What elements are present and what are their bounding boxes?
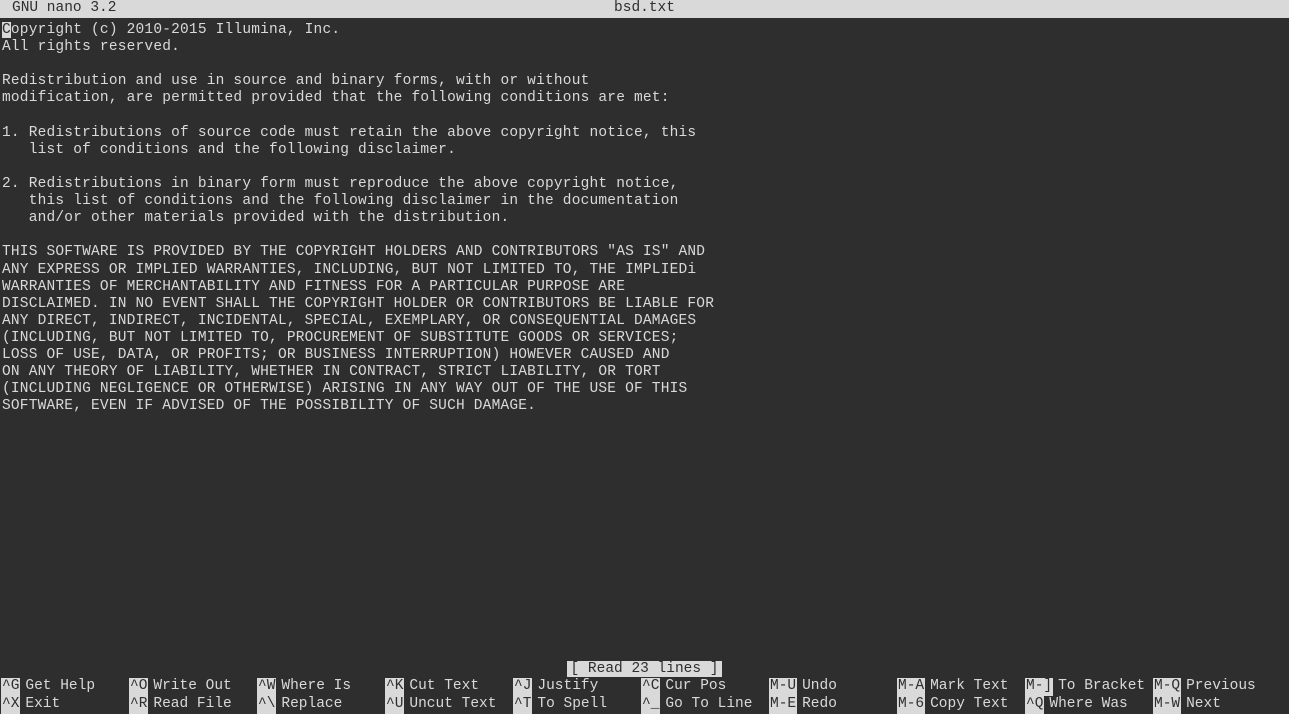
- line: ANY EXPRESS OR IMPLIED WARRANTIES, INCLU…: [2, 262, 696, 278]
- line: (INCLUDING, BUT NOT LIMITED TO, PROCUREM…: [2, 330, 679, 346]
- line: WARRANTIES OF MERCHANTABILITY AND FITNES…: [2, 279, 625, 295]
- shortcut-where-is[interactable]: ^WWhere Is: [257, 678, 385, 695]
- shortcut-cut-text[interactable]: ^KCut Text: [385, 678, 513, 695]
- line: (INCLUDING NEGLIGENCE OR OTHERWISE) ARIS…: [2, 381, 687, 397]
- line: All rights reserved.: [2, 39, 180, 55]
- line: this list of conditions and the followin…: [2, 193, 679, 209]
- line: modification, are permitted provided tha…: [2, 90, 670, 106]
- shortcut-go-to-line[interactable]: ^_Go To Line: [641, 696, 769, 713]
- shortcut-undo[interactable]: M-UUndo: [769, 678, 897, 695]
- footer-shortcuts: ^GGet Help ^OWrite Out ^WWhere Is ^KCut …: [0, 678, 1289, 714]
- shortcut-copy-text[interactable]: M-6Copy Text: [897, 696, 1025, 713]
- shortcut-to-bracket[interactable]: M-]To Bracket: [1025, 678, 1153, 695]
- shortcut-previous[interactable]: M-QPrevious: [1153, 678, 1281, 695]
- shortcut-where-was[interactable]: ^QWhere Was: [1025, 696, 1153, 713]
- line: ANY DIRECT, INDIRECT, INCIDENTAL, SPECIA…: [2, 313, 696, 329]
- line-0-rest: opyright (c) 2010-2015 Illumina, Inc.: [11, 22, 340, 38]
- shortcut-justify[interactable]: ^JJustify: [513, 678, 641, 695]
- shortcut-uncut-text[interactable]: ^UUncut Text: [385, 696, 513, 713]
- line: Redistribution and use in source and bin…: [2, 73, 590, 89]
- shortcut-to-spell[interactable]: ^TTo Spell: [513, 696, 641, 713]
- line: THIS SOFTWARE IS PROVIDED BY THE COPYRIG…: [2, 244, 705, 260]
- editor-header: GNU nano 3.2 bsd.txt: [0, 0, 1289, 18]
- line: LOSS OF USE, DATA, OR PROFITS; OR BUSINE…: [2, 347, 670, 363]
- shortcut-replace[interactable]: ^\Replace: [257, 696, 385, 713]
- shortcut-mark-text[interactable]: M-AMark Text: [897, 678, 1025, 695]
- shortcut-read-file[interactable]: ^RRead File: [129, 696, 257, 713]
- shortcut-exit[interactable]: ^XExit: [1, 696, 129, 713]
- shortcut-next[interactable]: M-WNext: [1153, 696, 1281, 713]
- footer-row-2: ^XExit ^RRead File ^\Replace ^UUncut Tex…: [0, 696, 1289, 714]
- line: 2. Redistributions in binary form must r…: [2, 176, 679, 192]
- line: DISCLAIMED. IN NO EVENT SHALL THE COPYRI…: [2, 296, 714, 312]
- footer-row-1: ^GGet Help ^OWrite Out ^WWhere Is ^KCut …: [0, 678, 1289, 696]
- shortcut-get-help[interactable]: ^GGet Help: [1, 678, 129, 695]
- line: and/or other materials provided with the…: [2, 210, 509, 226]
- shortcut-write-out[interactable]: ^OWrite Out: [129, 678, 257, 695]
- line: list of conditions and the following dis…: [2, 142, 456, 158]
- cursor: C: [2, 22, 11, 38]
- editor-content[interactable]: Copyright (c) 2010-2015 Illumina, Inc. A…: [0, 18, 1289, 416]
- shortcut-cur-pos[interactable]: ^CCur Pos: [641, 678, 769, 695]
- line: 1. Redistributions of source code must r…: [2, 125, 696, 141]
- status-text: [ Read 23 lines ]: [567, 661, 723, 677]
- line: ON ANY THEORY OF LIABILITY, WHETHER IN C…: [2, 364, 661, 380]
- line: SOFTWARE, EVEN IF ADVISED OF THE POSSIBI…: [2, 398, 536, 414]
- shortcut-redo[interactable]: M-ERedo: [769, 696, 897, 713]
- status-line: [ Read 23 lines ]: [0, 661, 1289, 678]
- filename: bsd.txt: [614, 0, 675, 17]
- app-name: GNU nano 3.2: [12, 0, 116, 17]
